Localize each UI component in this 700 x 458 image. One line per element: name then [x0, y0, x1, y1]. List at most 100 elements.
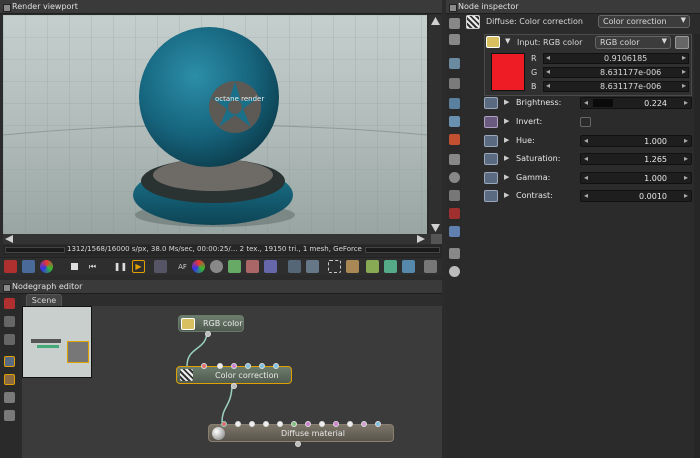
node-type-icon[interactable]: [4, 356, 15, 367]
color-wheel-icon[interactable]: [40, 260, 53, 273]
bool-param-icon[interactable]: [484, 116, 498, 128]
input-pin[interactable]: [263, 421, 269, 427]
material-icon[interactable]: [4, 374, 15, 385]
film-icon[interactable]: [264, 260, 277, 273]
select-region-icon[interactable]: [328, 260, 341, 273]
decrement-icon[interactable]: ◂: [546, 67, 550, 76]
input-pin[interactable]: [201, 363, 207, 369]
float-param-icon[interactable]: [484, 172, 498, 184]
input-pin[interactable]: [245, 363, 251, 369]
lock-icon[interactable]: [424, 260, 437, 273]
output-pin[interactable]: [295, 441, 301, 447]
decrement-icon[interactable]: ◂: [584, 154, 588, 163]
input-type-select[interactable]: RGB color ▼: [595, 36, 671, 49]
input-pin[interactable]: [231, 363, 237, 369]
texture-icon[interactable]: [4, 392, 15, 403]
decrement-icon[interactable]: ◂: [584, 136, 588, 145]
increment-icon[interactable]: ▸: [684, 136, 688, 145]
output-pin[interactable]: [231, 383, 237, 389]
refresh-icon[interactable]: [22, 260, 35, 273]
input-pin[interactable]: [217, 363, 223, 369]
expand-arrow-icon[interactable]: ▶: [504, 191, 509, 199]
increment-icon[interactable]: ▸: [682, 81, 686, 90]
grid-icon[interactable]: [4, 316, 15, 327]
increment-icon[interactable]: ▸: [684, 154, 688, 163]
passes-icon[interactable]: [402, 260, 415, 273]
float-param-icon[interactable]: [484, 153, 498, 165]
image-param-icon[interactable]: [484, 97, 498, 109]
collapse-arrow-icon[interactable]: ▼: [505, 37, 510, 45]
color-picker-icon[interactable]: [192, 260, 205, 273]
collapse-icon[interactable]: [449, 34, 460, 45]
node-diffuse-material[interactable]: Diffuse material: [208, 421, 394, 447]
render-settings-icon[interactable]: [384, 260, 397, 273]
inspector-scrollbar[interactable]: [694, 34, 700, 458]
input-pin[interactable]: [291, 421, 297, 427]
input-pin[interactable]: [375, 421, 381, 427]
render-canvas[interactable]: octane render: [3, 15, 427, 234]
tonemap-icon[interactable]: [228, 260, 241, 273]
input-pin[interactable]: [347, 421, 353, 427]
node-color-correction[interactable]: Color correction: [176, 363, 292, 389]
transform-icon[interactable]: [449, 190, 460, 201]
region-icon[interactable]: [246, 260, 259, 273]
expand-arrow-icon[interactable]: ▶: [504, 117, 509, 125]
input-icon-button[interactable]: [675, 36, 689, 49]
decrement-icon[interactable]: ◂: [546, 53, 550, 62]
export-icon[interactable]: [306, 260, 319, 273]
stop-icon[interactable]: [68, 260, 81, 273]
scroll-right-icon[interactable]: [417, 235, 425, 243]
texture-node-icon[interactable]: [449, 98, 460, 109]
recenter-icon[interactable]: [4, 260, 17, 273]
invert-checkbox[interactable]: [580, 117, 591, 127]
pause-icon[interactable]: ❚❚: [114, 260, 127, 273]
float-param-icon[interactable]: [484, 190, 498, 202]
decrement-icon[interactable]: ◂: [584, 173, 588, 182]
scroll-down-icon[interactable]: [431, 224, 440, 232]
rewind-icon[interactable]: ⏮: [86, 260, 99, 273]
grid-tex-icon[interactable]: [449, 154, 460, 165]
environment-icon[interactable]: [449, 248, 460, 259]
expand-arrow-icon[interactable]: ▶: [504, 173, 509, 181]
camera-icon[interactable]: [449, 116, 460, 127]
rgb-spectrum-icon[interactable]: [449, 78, 460, 89]
rgb-color-icon[interactable]: [486, 36, 500, 48]
input-pin[interactable]: [249, 421, 255, 427]
input-pin[interactable]: [235, 421, 241, 427]
input-pin[interactable]: [273, 363, 279, 369]
r-value-field[interactable]: ◂ 0.9106185 ▸: [543, 53, 689, 64]
float-param-icon[interactable]: [484, 135, 498, 147]
brightness-slider[interactable]: ◂ 0.224 ▸: [580, 97, 692, 109]
zoom-icon[interactable]: [288, 260, 301, 273]
output-pin[interactable]: [205, 331, 211, 337]
increment-icon[interactable]: ▸: [684, 173, 688, 182]
contrast-slider[interactable]: ◂ 0.0010 ▸: [580, 190, 692, 202]
saturation-slider[interactable]: ◂ 1.265 ▸: [580, 153, 692, 165]
expand-arrow-icon[interactable]: ▶: [504, 136, 509, 144]
expand-arrow-icon[interactable]: ▶: [504, 98, 509, 106]
input-pin[interactable]: [305, 421, 311, 427]
monitor-icon[interactable]: [154, 260, 167, 273]
input-pin[interactable]: [361, 421, 367, 427]
g-value-field[interactable]: ◂ 8.631177e-006 ▸: [543, 67, 689, 78]
expand-icon[interactable]: [449, 18, 460, 29]
input-pin[interactable]: [277, 421, 283, 427]
input-pin[interactable]: [333, 421, 339, 427]
gamma-slider[interactable]: ◂ 1.000 ▸: [580, 172, 692, 184]
decrement-icon[interactable]: ◂: [584, 98, 588, 107]
decrement-icon[interactable]: ◂: [584, 191, 588, 200]
emission-icon[interactable]: [449, 134, 460, 145]
scroll-up-icon[interactable]: [431, 17, 440, 25]
sun-icon[interactable]: [449, 266, 460, 277]
node-type-select[interactable]: Color correction ▼: [598, 15, 690, 28]
save-image-icon[interactable]: [366, 260, 379, 273]
geometry-icon[interactable]: [4, 410, 15, 421]
image-icon[interactable]: [449, 58, 460, 69]
b-value-field[interactable]: ◂ 8.631177e-006 ▸: [543, 81, 689, 92]
viewport-hscroll[interactable]: [3, 234, 442, 244]
viewport-scrollbar[interactable]: [429, 15, 442, 234]
nodegraph-canvas[interactable]: RGB color Color correction Diffuse mater…: [22, 306, 442, 458]
sphere-icon[interactable]: [210, 260, 223, 273]
node-rgb-color[interactable]: RGB color: [178, 315, 244, 337]
input-pin[interactable]: [221, 421, 227, 427]
